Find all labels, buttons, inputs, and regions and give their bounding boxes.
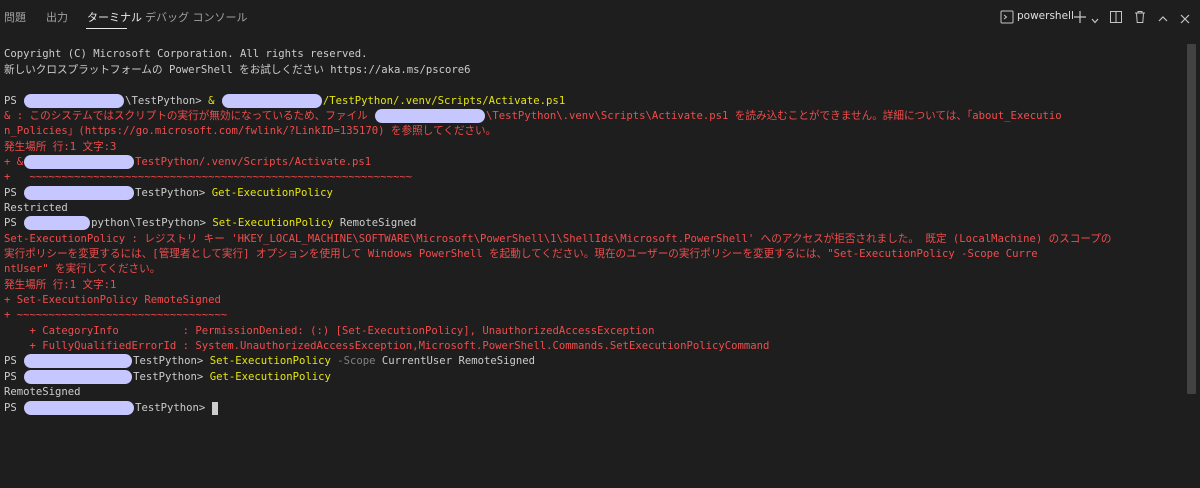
- tab-output[interactable]: 出力: [46, 9, 68, 25]
- prompt-ps: PS: [4, 355, 24, 367]
- redacted-path-mask: [24, 354, 133, 368]
- prompt-ps: PS: [4, 402, 24, 414]
- redacted-path-mask: [375, 109, 486, 123]
- prompt-ps: PS: [4, 371, 24, 383]
- terminal-output[interactable]: Copyright (C) Microsoft Corporation. All…: [0, 44, 1186, 488]
- terminal-line: PS TestPython> Get-ExecutionPolicy: [4, 369, 331, 385]
- prompt-path: TestPython>: [135, 187, 212, 199]
- command-text: /TestPython/.venv/Scripts/Activate.ps1: [322, 95, 566, 107]
- terminal-line: PS python\TestPython> Set-ExecutionPolic…: [4, 215, 416, 231]
- terminal-line: PS TestPython>: [4, 400, 218, 416]
- plus-icon[interactable]: [1073, 9, 1087, 28]
- error-line: + Set-ExecutionPolicy RemoteSigned: [4, 294, 221, 306]
- maximize-icon[interactable]: [1157, 10, 1169, 29]
- command-parameter: -Scope: [330, 355, 376, 367]
- active-tab-indicator: [86, 28, 127, 29]
- tab-terminal[interactable]: ターミナル: [87, 9, 142, 25]
- command-text: Get-ExecutionPolicy: [209, 371, 331, 383]
- error-line: ntUser" を実行してください。: [4, 263, 161, 275]
- error-line: + CategoryInfo : PermissionDenied: (:) […: [4, 325, 655, 337]
- terminal-line: 新しいクロスプラットフォームの PowerShell をお試しください http…: [4, 64, 471, 76]
- terminal-line: PS TestPython> Set-ExecutionPolicy -Scop…: [4, 353, 535, 369]
- error-line: + & TestPython/.venv/Scripts/Activate.ps1: [4, 154, 371, 170]
- close-icon[interactable]: [1179, 10, 1191, 29]
- redacted-path-mask: [24, 155, 135, 169]
- redacted-path-mask: [24, 216, 91, 230]
- command-text: &: [208, 95, 221, 107]
- command-text: Get-ExecutionPolicy: [211, 187, 333, 199]
- prompt-path: TestPython>: [135, 402, 212, 414]
- error-line: Set-ExecutionPolicy : レジストリ キー 'HKEY_LOC…: [4, 233, 1112, 245]
- error-line: + ~~~~~~~~~~~~~~~~~~~~~~~~~~~~~~~~~: [4, 309, 228, 321]
- error-text: + &: [4, 156, 24, 168]
- terminal-scrollbar[interactable]: [1187, 44, 1196, 394]
- prompt-path: \TestPython>: [125, 95, 209, 107]
- panel-tab-bar: 問題 出力 ターミナル デバッグ コンソール powershell: [0, 0, 1200, 34]
- terminal-line: Restricted: [4, 202, 68, 214]
- redacted-path-mask: [24, 186, 135, 200]
- error-text: & : このシステムではスクリプトの実行が無効になっているため、ファイル: [4, 110, 375, 122]
- error-line: 発生場所 行:1 文字:1: [4, 279, 117, 291]
- command-text: Set-ExecutionPolicy: [212, 217, 334, 229]
- split-icon[interactable]: [1109, 9, 1123, 28]
- prompt-ps: PS: [4, 187, 24, 199]
- text-cursor: [211, 401, 218, 415]
- terminal-line: PS \TestPython> & /TestPython/.venv/Scri…: [4, 93, 565, 109]
- error-line: 実行ポリシーを変更するには、[管理者として実行] オプションを使用して Wind…: [4, 248, 1038, 260]
- error-text: \TestPython\.venv\Scripts\Activate.ps1 を…: [486, 110, 1062, 122]
- error-line: + FullyQualifiedErrorId : System.Unautho…: [4, 340, 770, 352]
- trash-icon[interactable]: [1133, 9, 1147, 28]
- command-arg: RemoteSigned: [333, 217, 417, 229]
- error-line: & : このシステムではスクリプトの実行が無効になっているため、ファイル \Te…: [4, 108, 1062, 124]
- prompt-path: TestPython>: [133, 371, 210, 383]
- chevron-down-icon[interactable]: [1090, 11, 1100, 30]
- terminal-name-label[interactable]: powershell: [1017, 10, 1074, 22]
- prompt-ps: PS: [4, 95, 24, 107]
- error-line: + ~~~~~~~~~~~~~~~~~~~~~~~~~~~~~~~~~~~~~~…: [4, 171, 413, 183]
- redacted-path-mask: [24, 370, 133, 384]
- error-text: TestPython/.venv/Scripts/Activate.ps1: [135, 156, 372, 168]
- terminal-line: Copyright (C) Microsoft Corporation. All…: [4, 48, 368, 60]
- error-line: 発生場所 行:1 文字:3: [4, 141, 117, 153]
- command-text: Set-ExecutionPolicy: [209, 355, 331, 367]
- redacted-path-mask: [221, 94, 322, 108]
- terminal-icon[interactable]: [1000, 9, 1014, 28]
- tab-debug-console[interactable]: デバッグ コンソール: [145, 9, 248, 25]
- command-arg: CurrentUser RemoteSigned: [375, 355, 535, 367]
- redacted-path-mask: [24, 401, 135, 415]
- prompt-path: python\TestPython>: [91, 217, 213, 229]
- redacted-path-mask: [24, 94, 125, 108]
- prompt-ps: PS: [4, 217, 24, 229]
- terminal-line: RemoteSigned: [4, 386, 81, 398]
- terminal-line: PS TestPython> Get-ExecutionPolicy: [4, 185, 333, 201]
- prompt-path: TestPython>: [133, 355, 210, 367]
- error-line: n_Policies」(https://go.microsoft.com/fwl…: [4, 125, 497, 137]
- tab-problems[interactable]: 問題: [4, 9, 26, 25]
